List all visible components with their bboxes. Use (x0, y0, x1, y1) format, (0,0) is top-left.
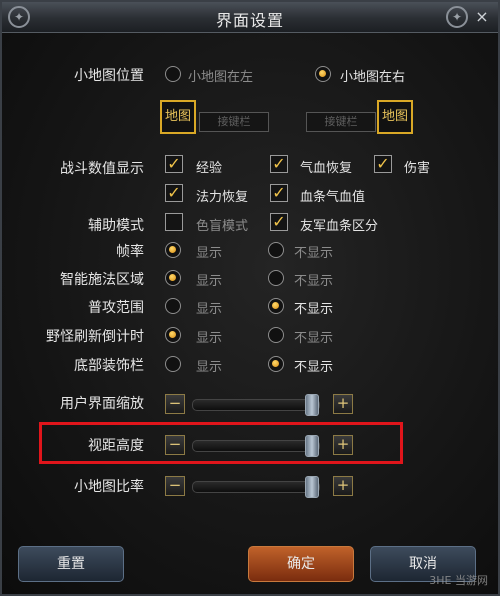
mp-regen-checkbox[interactable]: ✓ (165, 184, 183, 202)
ui-scale-label: 用户界面缩放 (60, 396, 144, 412)
highlight-box (39, 422, 403, 464)
watermark: 3HE 当游网 (429, 574, 488, 587)
assist-mode-label: 辅助模式 (88, 218, 144, 234)
minimap-ratio-track[interactable] (192, 481, 320, 493)
ui-scale-increase-button[interactable]: + (333, 394, 353, 414)
minimap-position-label: 小地图位置 (74, 68, 144, 84)
framerate-hide-label: 不显示 (294, 246, 334, 261)
colorblind-label: 色盲模式 (196, 219, 249, 234)
damage-label: 伤害 (404, 161, 431, 176)
smart-cast-hide-label: 不显示 (294, 274, 334, 289)
dialog-title: 界面设置 (215, 11, 284, 30)
close-button[interactable]: × (472, 7, 492, 27)
settings-dialog: ✦ 界面设置 ✦ × 小地图位置 小地图在左 小地图在右 地图 接键栏 接键栏 … (0, 0, 500, 596)
hotkey-bar-preview-right: 接键栏 (306, 112, 376, 132)
damage-checkbox[interactable]: ✓ (374, 155, 392, 173)
hp-bar-value-checkbox[interactable]: ✓ (270, 184, 288, 202)
minimap-ratio-increase-button[interactable]: + (333, 476, 353, 496)
minimap-left-label: 小地图在左 (188, 70, 254, 85)
minimap-ratio-thumb[interactable] (305, 476, 319, 498)
exp-label: 经验 (196, 161, 223, 176)
hotkey-bar-preview-left: 接键栏 (199, 112, 269, 132)
title-bar[interactable]: ✦ 界面设置 ✦ × (2, 2, 498, 33)
ui-scale-track[interactable] (192, 399, 320, 411)
reset-button[interactable]: 重置 (18, 546, 124, 582)
attack-range-hide-label: 不显示 (294, 302, 334, 317)
minimap-preview-left: 地图 (160, 100, 196, 134)
bottom-decor-show-radio[interactable] (165, 356, 181, 372)
confirm-button[interactable]: 确定 (248, 546, 354, 582)
attack-range-hide-radio[interactable] (268, 298, 284, 314)
monster-timer-label: 野怪刷新倒计时 (46, 329, 144, 345)
smart-cast-hide-radio[interactable] (268, 270, 284, 286)
minimap-right-radio[interactable] (315, 66, 331, 82)
minimap-left-radio[interactable] (165, 66, 181, 82)
monster-timer-show-radio[interactable] (165, 327, 181, 343)
colorblind-checkbox[interactable] (165, 213, 183, 231)
ally-hp-bar-checkbox[interactable]: ✓ (270, 213, 288, 231)
smart-cast-label: 智能施法区域 (60, 272, 144, 288)
ornament-icon: ✦ (446, 6, 468, 28)
bottom-decor-hide-label: 不显示 (294, 360, 334, 375)
exp-checkbox[interactable]: ✓ (165, 155, 183, 173)
bottom-decor-show-label: 显示 (196, 360, 223, 375)
monster-timer-hide-label: 不显示 (294, 331, 334, 346)
framerate-hide-radio[interactable] (268, 242, 284, 258)
smart-cast-show-label: 显示 (196, 274, 223, 289)
bottom-decor-hide-radio[interactable] (268, 356, 284, 372)
ally-hp-bar-label: 友军血条区分 (300, 219, 379, 234)
mp-regen-label: 法力恢复 (196, 190, 249, 205)
minimap-ratio-label: 小地图比率 (74, 479, 144, 495)
attack-range-label: 普攻范围 (88, 300, 144, 316)
attack-range-show-radio[interactable] (165, 298, 181, 314)
monster-timer-hide-radio[interactable] (268, 327, 284, 343)
minimap-preview-right: 地图 (377, 100, 413, 134)
hp-regen-label: 气血恢复 (300, 161, 353, 176)
minimap-right-label: 小地图在右 (340, 70, 406, 85)
hp-regen-checkbox[interactable]: ✓ (270, 155, 288, 173)
hp-bar-value-label: 血条气血值 (300, 190, 366, 205)
ui-scale-decrease-button[interactable]: − (165, 394, 185, 414)
smart-cast-show-radio[interactable] (165, 270, 181, 286)
framerate-show-label: 显示 (196, 246, 223, 261)
framerate-label: 帧率 (116, 244, 144, 260)
minimap-ratio-decrease-button[interactable]: − (165, 476, 185, 496)
attack-range-show-label: 显示 (196, 302, 223, 317)
framerate-show-radio[interactable] (165, 242, 181, 258)
ui-scale-thumb[interactable] (305, 394, 319, 416)
monster-timer-show-label: 显示 (196, 331, 223, 346)
combat-display-label: 战斗数值显示 (60, 161, 144, 177)
bottom-decor-label: 底部装饰栏 (74, 358, 144, 374)
